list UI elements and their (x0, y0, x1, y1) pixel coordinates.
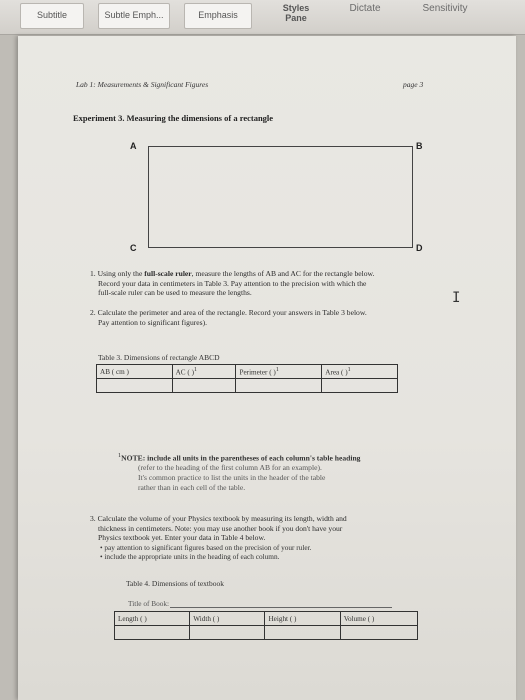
document-page: Lab 1: Measurements & Significant Figure… (18, 36, 516, 700)
header-left: Lab 1: Measurements & Significant Figure… (76, 80, 209, 89)
table3-cell[interactable] (96, 378, 173, 393)
instr1-post: , measure the lengths of AB and AC for t… (191, 269, 375, 278)
table4-cell[interactable] (189, 625, 266, 640)
table4-header-volume[interactable]: Volume ( ) (339, 611, 419, 626)
note-line2: (refer to the heading of the first colum… (138, 463, 322, 473)
note-label: NOTE (121, 453, 143, 463)
text-cursor-icon: I (452, 290, 461, 306)
table3-cell[interactable] (171, 378, 237, 393)
table4-header-height[interactable]: Height ( ) (264, 611, 341, 626)
rectangle-abcd (148, 146, 413, 248)
table4-caption: Table 4. Dimensions of textbook (126, 579, 225, 588)
corner-a-label: A (130, 141, 137, 151)
table3-header-perimeter[interactable]: Perimeter ( )1 (235, 364, 323, 379)
style-subtle-emphasis-button[interactable]: Subtle Emph... (98, 3, 170, 29)
table4: Length ( ) Width ( ) Height ( ) Volume (… (113, 611, 419, 640)
table4-cell[interactable] (113, 625, 191, 640)
note-line4: rather than in each cell of the table. (138, 482, 246, 492)
sensitivity-button[interactable]: Sensitivity (410, 3, 480, 27)
table3-caption: Table 3. Dimensions of rectangle ABCD (98, 353, 220, 362)
table4-cell[interactable] (264, 625, 341, 640)
corner-c-label: C (130, 243, 137, 253)
table3-header-ac[interactable]: AC ( )1 (171, 364, 237, 379)
header-page-number: page 3 (403, 80, 424, 89)
table3: AB ( cm ) AC ( )1 Perimeter ( )1 Area ( … (96, 364, 398, 393)
style-emphasis-button[interactable]: Emphasis (184, 3, 252, 29)
instruction-3: 3. Calculate the volume of your Physics … (90, 514, 490, 543)
instr1-line2: Record your data in centimeters in Table… (98, 278, 367, 288)
instr2-line2: Pay attention to significant figures). (98, 317, 208, 327)
instr1-pre: 1. Using only the (90, 269, 145, 278)
styles-pane-line1: Styles (282, 3, 310, 13)
experiment-title: Experiment 3. Measuring the dimensions o… (73, 113, 273, 123)
table3-header-ab[interactable]: AB ( cm ) (96, 364, 173, 379)
ribbon: Subtitle Subtle Emph... Emphasis Styles … (0, 0, 525, 35)
instr1-bold: full-scale ruler (144, 269, 192, 278)
table4-header-length[interactable]: Length ( ) (113, 611, 191, 626)
book-title-label: Title of Book: (128, 599, 170, 608)
table3-cell[interactable] (321, 378, 398, 393)
note-line1: : include all units in the parentheses o… (142, 453, 361, 463)
styles-pane-line2: Pane (285, 13, 307, 23)
table4-header-width[interactable]: Width ( ) (189, 611, 266, 626)
table4-cell[interactable] (339, 625, 419, 640)
table3-cell[interactable] (235, 378, 323, 393)
corner-b-label: B (416, 141, 423, 151)
experiment-heading: Measuring the dimensions of a rectangle (126, 113, 274, 123)
instr1-line3: full-scale ruler can be used to measure … (98, 288, 252, 298)
dictate-button[interactable]: Dictate (340, 3, 390, 27)
styles-pane-button[interactable]: Styles Pane (276, 3, 316, 27)
note-line3: It's common practice to list the units i… (138, 473, 326, 483)
footnote: 1NOTE: include all units in the parenthe… (118, 451, 458, 493)
instr3-line2: thickness in centimeters. Note: you may … (98, 523, 343, 533)
instruction-1: 1. Using only the full-scale ruler, meas… (90, 269, 490, 298)
instr2-line1: 2. Calculate the perimeter and area of t… (90, 308, 367, 317)
experiment-label: Experiment 3. (73, 113, 125, 123)
book-title-line[interactable] (170, 607, 392, 608)
bullet-2: • include the appropriate units in the h… (100, 552, 280, 561)
instr3-line3: Physics textbook yet. Enter your data in… (98, 533, 266, 543)
instr3-line1: 3. Calculate the volume of your Physics … (90, 514, 347, 523)
corner-d-label: D (416, 243, 423, 253)
table3-header-area[interactable]: Area ( )1 (321, 364, 398, 379)
instruction-2: 2. Calculate the perimeter and area of t… (90, 308, 490, 327)
style-subtitle-button[interactable]: Subtitle (20, 3, 84, 29)
